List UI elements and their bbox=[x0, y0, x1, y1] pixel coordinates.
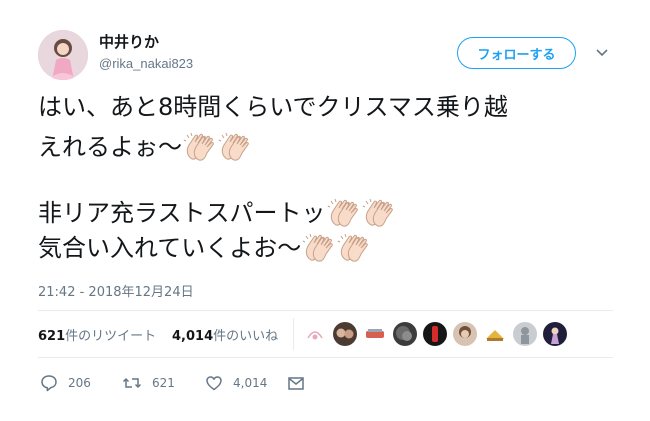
tweet-text-line-2: えれるよぉ～ bbox=[38, 130, 252, 164]
tweet-text: はい、あと8時間くらいでクリスマス乗り越 bbox=[38, 93, 508, 121]
retweets-count: 621 bbox=[38, 329, 66, 344]
like-action[interactable]: 4,014 bbox=[205, 374, 267, 392]
likes-label: 件のいいね bbox=[213, 329, 279, 344]
stats-separator bbox=[293, 318, 294, 350]
liker-avatar[interactable] bbox=[513, 322, 537, 346]
liker-avatar[interactable] bbox=[483, 322, 507, 346]
like-count: 4,014 bbox=[233, 376, 268, 390]
display-name[interactable]: 中井りか bbox=[99, 31, 159, 52]
liker-avatar[interactable] bbox=[543, 322, 567, 346]
reply-count: 206 bbox=[68, 376, 91, 390]
heart-icon bbox=[206, 376, 222, 391]
clapping-hands-icon bbox=[362, 198, 396, 228]
tweet-text: 気合い入れていくよお～ bbox=[38, 234, 302, 262]
reply-icon bbox=[41, 375, 57, 392]
retweet-icon bbox=[122, 377, 142, 389]
tweet-timestamp[interactable]: 21:42 - 2018年12月24日 bbox=[38, 281, 194, 300]
liker-avatar[interactable] bbox=[393, 322, 417, 346]
clapping-hands-icon bbox=[218, 132, 252, 162]
tweet-text: 非リア充ラストスパートッ bbox=[38, 199, 326, 227]
direct-message-action[interactable] bbox=[287, 374, 315, 392]
likes-stat[interactable]: 4,014件のいいね bbox=[172, 325, 278, 344]
tweet-text-line-1: はい、あと8時間くらいでクリスマス乗り越 bbox=[38, 90, 508, 124]
liker-avatar[interactable] bbox=[423, 322, 447, 346]
tweet-text: えれるよぉ～ bbox=[38, 133, 182, 161]
clapping-hands-icon bbox=[327, 198, 361, 228]
chevron-down-icon[interactable] bbox=[594, 44, 610, 60]
profile-avatar bbox=[38, 30, 88, 80]
retweet-action[interactable]: 621 bbox=[122, 374, 175, 392]
liker-avatar[interactable] bbox=[333, 322, 357, 346]
tweet-text-line-4: 気合い入れていくよお～ bbox=[38, 231, 371, 265]
divider bbox=[38, 310, 613, 311]
tweet-text-line-3: 非リア充ラストスパートッ bbox=[38, 196, 396, 230]
likes-count: 4,014 bbox=[172, 329, 214, 344]
liker-avatar[interactable] bbox=[363, 322, 387, 346]
divider bbox=[38, 357, 613, 358]
retweet-count: 621 bbox=[152, 376, 175, 390]
follow-button[interactable]: フォローする bbox=[457, 37, 576, 69]
retweets-label: 件のリツイート bbox=[65, 329, 157, 344]
user-avatar[interactable] bbox=[38, 30, 88, 80]
retweets-stat[interactable]: 621件のリツイート bbox=[38, 325, 156, 344]
reply-action[interactable]: 206 bbox=[40, 374, 91, 392]
liker-avatar[interactable] bbox=[453, 322, 477, 346]
clapping-hands-icon bbox=[183, 132, 217, 162]
clapping-hands-icon bbox=[302, 233, 336, 263]
user-handle[interactable]: @rika_nakai823 bbox=[99, 56, 193, 71]
envelope-icon bbox=[288, 377, 304, 390]
clapping-hands-icon bbox=[337, 233, 371, 263]
liker-avatar[interactable] bbox=[303, 322, 327, 346]
